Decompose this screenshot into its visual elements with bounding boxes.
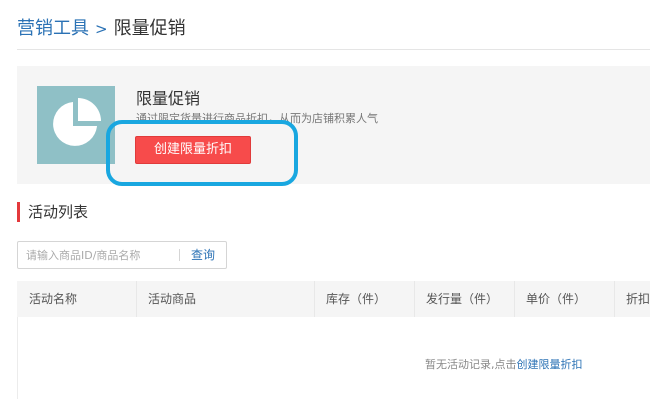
empty-state-create-link[interactable]: 创建限量折扣 [517,358,583,371]
column-divider [136,281,137,317]
breadcrumb-separator: > [95,20,108,38]
promo-description: 通过限定货量进行商品折扣，从而为店铺积累人气 [136,112,378,125]
empty-state-text: 暂无活动记录,点击 [425,358,517,371]
column-activity-name: 活动名称 [29,292,78,306]
breadcrumb-link-marketing-tools[interactable]: 营销工具 [17,18,89,39]
breadcrumb-current-page: 限量促销 [113,18,186,39]
breadcrumb: 营销工具 > 限量促销 [17,17,186,41]
create-limited-discount-button[interactable]: 创建限量折扣 [135,136,251,164]
column-stock: 库存（件） [326,292,387,306]
column-divider [614,281,615,317]
column-activity-products: 活动商品 [148,292,197,306]
column-divider [314,281,315,317]
search-input[interactable] [18,242,180,268]
empty-state-message: 暂无活动记录,点击创建限量折扣 [425,356,583,372]
search-button[interactable]: 查询 [180,242,226,268]
activity-table-header: 活动名称 活动商品 库存（件） 发行量（件） 单价（件） 折扣 [17,281,650,317]
pie-chart-icon [37,86,115,164]
column-issued-quantity: 发行量（件） [426,292,499,306]
header-divider [17,49,650,50]
search-box: 查询 [17,241,227,269]
column-discount: 折扣 [626,292,650,306]
activity-list-title: 活动列表 [17,202,88,222]
column-divider [414,281,415,317]
column-unit-price: 单价（件） [526,292,587,306]
promo-intro-panel: 限量促销 通过限定货量进行商品折扣，从而为店铺积累人气 创建限量折扣 [17,66,650,184]
promo-title: 限量促销 [136,89,201,108]
column-divider [514,281,515,317]
